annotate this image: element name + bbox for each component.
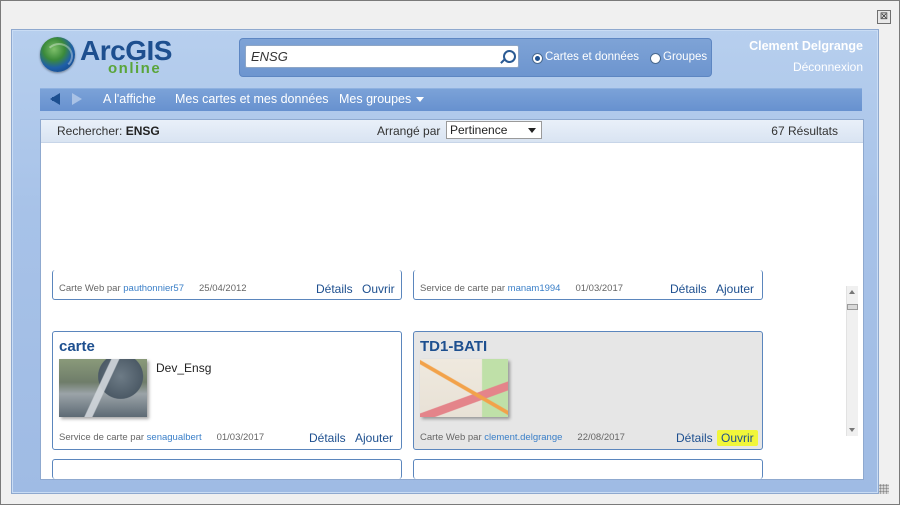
card-meta: Carte Web par clement.delgrange 22/08/201… [420, 432, 625, 443]
card-meta-type: Service de carte par [420, 283, 506, 294]
results-panel: Rechercher: ENSG Arrangé par Pertinence … [40, 119, 864, 480]
card-description: Dev_Ensg [156, 361, 212, 375]
nav-bar: A l'affiche Mes cartes et mes données Me… [40, 88, 862, 111]
card-owner-link[interactable]: pauthonnier57 [123, 283, 184, 294]
nav-my-groups-label: Mes groupes [339, 92, 412, 106]
card-thumbnail[interactable] [59, 359, 147, 417]
search-summary: Rechercher: ENSG [57, 124, 160, 138]
search-icon[interactable] [503, 50, 516, 63]
search-summary-prefix: Rechercher: [57, 124, 123, 138]
open-link-highlight: Ouvrir [717, 430, 758, 446]
nav-featured[interactable]: A l'affiche [103, 92, 156, 106]
results-scrollbar[interactable] [846, 286, 858, 436]
window: ⊠ ArcGIS online ENSG Cartes et données G… [0, 0, 900, 505]
card-thumbnail[interactable] [420, 359, 508, 417]
logo-subtext: online [108, 60, 162, 77]
scroll-up-icon[interactable] [849, 290, 855, 294]
result-card-partial[interactable]: Service de carte par manam1994 01/03/2017… [413, 270, 763, 300]
card-title[interactable]: TD1-BATI [420, 338, 487, 355]
arcgis-frame: ArcGIS online ENSG Cartes et données Gro… [11, 29, 879, 494]
open-link[interactable]: Ouvrir [362, 282, 395, 296]
details-link[interactable]: Détails [316, 282, 353, 296]
sort-select[interactable]: Pertinence [446, 121, 542, 139]
arcgis-logo: ArcGIS online [40, 35, 190, 80]
card-date: 25/04/2012 [199, 283, 247, 294]
forward-arrow-icon[interactable] [72, 93, 82, 105]
scroll-down-icon[interactable] [849, 428, 855, 432]
sort-label: Arrangé par [377, 124, 441, 138]
results-count: 67 Résultats [771, 124, 838, 138]
result-card-partial[interactable] [413, 459, 763, 479]
card-meta: Service de carte par senagualbert 01/03/2… [59, 432, 264, 443]
nav-my-groups[interactable]: Mes groupes [339, 92, 425, 106]
result-card-selected[interactable]: TD1-BATI Carte Web par clement.delgrange… [413, 331, 763, 450]
card-date: 01/03/2017 [575, 283, 624, 294]
card-meta-type: Service de carte par [59, 432, 145, 443]
radio-maps-data-label[interactable]: Cartes et données [545, 51, 639, 63]
card-owner-link[interactable]: manam1994 [508, 283, 561, 294]
search-panel: ENSG Cartes et données Groupes [239, 38, 712, 77]
search-input[interactable]: ENSG [245, 45, 519, 68]
result-card-partial[interactable]: Carte Web par pauthonnier57 25/04/2012 Dé… [52, 270, 402, 300]
add-link[interactable]: Ajouter [716, 282, 754, 296]
card-title[interactable]: carte [59, 338, 95, 355]
globe-icon [40, 37, 75, 72]
user-name: Clement Delgrange [749, 39, 863, 53]
chevron-down-icon [416, 97, 425, 103]
card-owner-link[interactable]: senagualbert [147, 432, 202, 443]
details-link[interactable]: Détails [309, 431, 346, 445]
logout-link[interactable]: Déconnexion [793, 60, 863, 74]
result-card[interactable]: carte Dev_Ensg Service de carte par sena… [52, 331, 402, 450]
card-owner-link[interactable]: clement.delgrange [484, 432, 562, 443]
search-summary-query: ENSG [125, 124, 160, 138]
results-bar: Rechercher: ENSG Arrangé par Pertinence … [41, 120, 863, 143]
scroll-thumb[interactable] [847, 304, 858, 310]
resize-grip-icon[interactable] [879, 484, 889, 494]
radio-maps-data[interactable] [532, 53, 543, 64]
card-meta-type: Carte Web par [420, 432, 482, 443]
card-date: 01/03/2017 [216, 432, 265, 443]
result-card-partial[interactable] [52, 459, 402, 479]
radio-groups-label[interactable]: Groupes [663, 51, 707, 63]
details-link[interactable]: Détails [670, 282, 707, 296]
card-date: 22/08/2017 [577, 432, 625, 443]
chevron-down-icon [528, 128, 536, 133]
details-link[interactable]: Détails [676, 431, 713, 445]
sort-value: Pertinence [450, 123, 508, 137]
nav-my-content[interactable]: Mes cartes et mes données [175, 92, 329, 106]
back-arrow-icon[interactable] [50, 93, 60, 105]
card-meta-type: Carte Web par [59, 283, 121, 294]
close-icon[interactable]: ⊠ [877, 10, 891, 24]
add-link[interactable]: Ajouter [355, 431, 393, 445]
card-meta: Service de carte par manam1994 01/03/2017 [420, 283, 623, 294]
card-meta: Carte Web par pauthonnier57 25/04/2012 [59, 283, 247, 294]
radio-groups[interactable] [650, 53, 661, 64]
open-link[interactable]: Ouvrir [717, 430, 758, 446]
